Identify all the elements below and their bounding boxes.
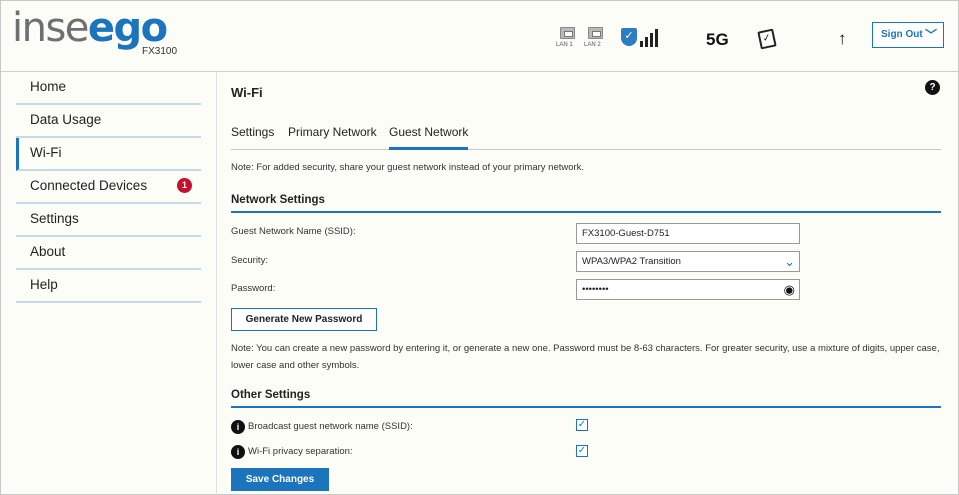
password-note: Note: You can create a new password by e… — [231, 343, 940, 371]
logo-text-part1: inse — [12, 5, 89, 51]
security-shield-icon: ✓ — [621, 28, 637, 46]
network-settings-heading: Network Settings — [231, 194, 941, 213]
other-settings-heading: Other Settings — [231, 389, 941, 408]
lan2-label: LAN 2 — [584, 42, 601, 48]
broadcast-ssid-checkbox[interactable]: ✓ — [576, 419, 588, 431]
sidebar-item-connected-devices[interactable]: Connected Devices 1 — [16, 171, 201, 204]
inseego-logo: inseego — [12, 4, 168, 52]
info-icon[interactable]: i — [231, 420, 245, 434]
sidebar: Home Data Usage Wi-Fi Connected Devices 1… — [16, 72, 201, 303]
sim-card-icon: ✓ — [757, 28, 777, 50]
device-model: FX3100 — [142, 46, 178, 57]
tab-bar: Settings Primary Network Guest Network — [231, 124, 941, 150]
tab-primary-network[interactable]: Primary Network — [288, 124, 377, 150]
sidebar-item-wifi[interactable]: Wi-Fi — [16, 138, 201, 171]
page-title: Wi-Fi — [231, 85, 263, 100]
password-value: •••••••• — [582, 284, 609, 295]
sign-out-label: Sign Out — [881, 29, 923, 40]
lan1-label: LAN 1 — [556, 42, 573, 48]
header: inseego FX3100 LAN 1 LAN 2 ✓ 5G ✓ ↑ Sign… — [1, 1, 958, 72]
sidebar-item-label: Data Usage — [30, 112, 102, 127]
help-icon[interactable]: ? — [925, 80, 940, 95]
sign-out-button[interactable]: Sign Out ﹀ — [872, 22, 944, 48]
lan2-status: LAN 2 — [584, 27, 606, 48]
password-label: Password: — [231, 283, 276, 294]
password-input[interactable]: •••••••• ◉ — [576, 279, 800, 300]
lan1-status: LAN 1 — [556, 27, 578, 48]
sidebar-item-about[interactable]: About — [16, 237, 201, 270]
connected-devices-count-badge: 1 — [177, 178, 192, 193]
lan2-icon — [587, 27, 603, 39]
save-changes-button[interactable]: Save Changes — [231, 468, 329, 491]
sidebar-item-label: Home — [30, 79, 67, 94]
sidebar-divider — [216, 72, 217, 495]
chevron-down-icon: ﹀ — [924, 28, 937, 42]
tab-guest-network[interactable]: Guest Network — [389, 124, 469, 150]
lan1-icon — [559, 27, 575, 39]
ssid-input[interactable]: FX3100-Guest-D751 — [576, 223, 800, 244]
tab-settings[interactable]: Settings — [231, 124, 274, 150]
chevron-down-icon: ⌄ — [784, 254, 795, 269]
sidebar-item-help[interactable]: Help — [16, 270, 201, 303]
sidebar-item-label: Help — [30, 277, 58, 292]
security-label: Security: — [231, 255, 268, 266]
sidebar-item-label: Connected Devices — [30, 178, 148, 193]
generate-password-button[interactable]: Generate New Password — [231, 308, 377, 331]
security-value: WPA3/WPA2 Transition — [582, 256, 681, 267]
sidebar-item-label: About — [30, 244, 66, 259]
network-type: 5G — [706, 30, 729, 49]
security-note: Note: For added security, share your gue… — [231, 162, 585, 173]
signal-strength-icon — [640, 27, 662, 47]
privacy-separation-label: Wi-Fi privacy separation: — [248, 446, 353, 457]
info-icon[interactable]: i — [231, 445, 245, 459]
sidebar-item-data-usage[interactable]: Data Usage — [16, 105, 201, 138]
security-select[interactable]: WPA3/WPA2 Transition ⌄ — [576, 251, 800, 272]
upload-arrow-icon: ↑ — [838, 29, 847, 48]
privacy-separation-checkbox[interactable]: ✓ — [576, 445, 588, 457]
sidebar-item-settings[interactable]: Settings — [16, 204, 201, 237]
ssid-label: Guest Network Name (SSID): — [231, 226, 356, 237]
show-password-eye-icon[interactable]: ◉ — [784, 280, 795, 299]
logo-text-part2: ego — [87, 5, 168, 51]
sidebar-item-label: Wi-Fi — [30, 145, 62, 160]
sidebar-item-label: Settings — [30, 211, 79, 226]
broadcast-ssid-label: Broadcast guest network name (SSID): — [248, 421, 413, 432]
ssid-value: FX3100-Guest-D751 — [582, 228, 670, 239]
sidebar-item-home[interactable]: Home — [16, 72, 201, 105]
